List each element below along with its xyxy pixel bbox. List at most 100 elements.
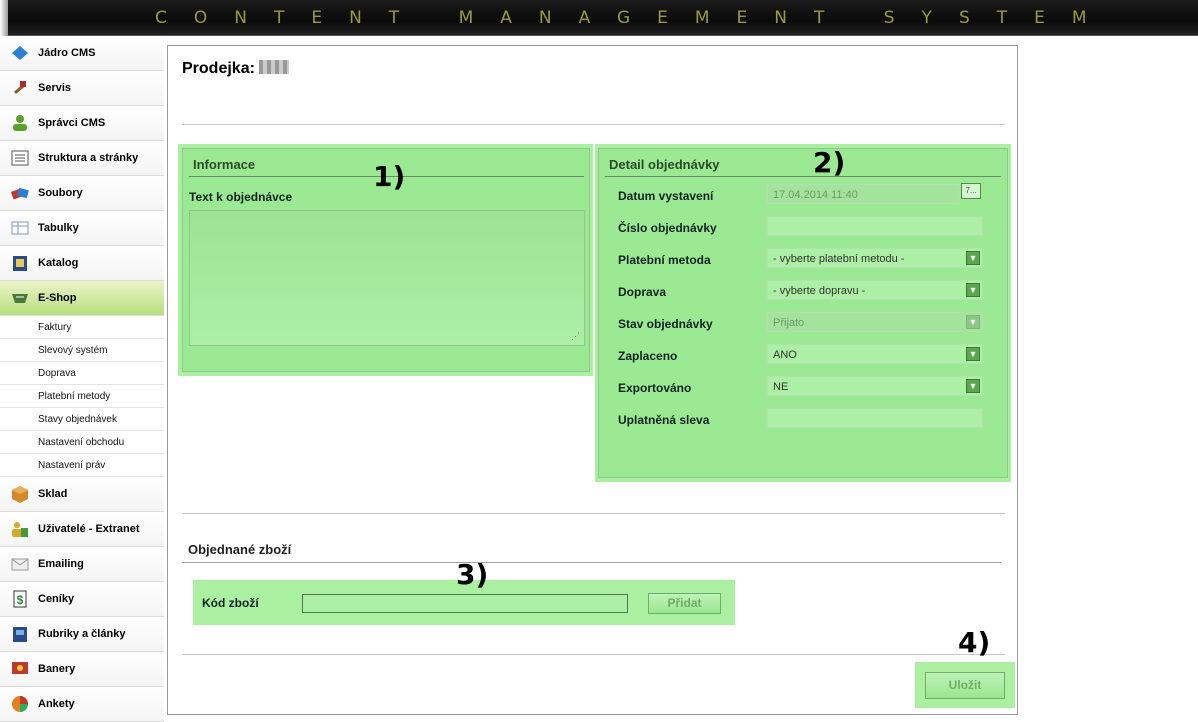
save-button[interactable]: Uložit bbox=[925, 672, 1005, 699]
detail-field-label: Platební metoda bbox=[618, 253, 711, 267]
redacted-id bbox=[258, 60, 289, 74]
articles-icon bbox=[10, 624, 30, 644]
marker-4: 4) bbox=[958, 626, 991, 659]
sidebar-item-label: Správci CMS bbox=[38, 117, 106, 129]
sidebar-subitem[interactable]: Doprava bbox=[0, 362, 164, 385]
box-icon bbox=[10, 484, 30, 504]
sidebar-item-banery[interactable]: Banery bbox=[0, 652, 164, 687]
sidebar-item-tabulky[interactable]: Tabulky bbox=[0, 211, 164, 246]
sidebar-subitem[interactable]: Slevový systém bbox=[0, 339, 164, 362]
sidebar-item-spr-vci-cms[interactable]: Správci CMS bbox=[0, 106, 164, 141]
sidebar-item-label: Ankety bbox=[38, 698, 75, 710]
user-icon bbox=[10, 113, 30, 133]
divider bbox=[182, 654, 1005, 655]
chevron-down-icon[interactable]: ▼ bbox=[966, 347, 980, 361]
table-icon bbox=[10, 218, 30, 238]
detail-field-label: Uplatněná sleva bbox=[618, 413, 710, 427]
detail-input[interactable]: 17.04.2014 11:40 bbox=[767, 184, 959, 204]
sidebar-item-label: Rubriky a články bbox=[38, 628, 126, 640]
sidebar-item-label: Uživatelé - Extranet bbox=[38, 523, 140, 535]
detail-input[interactable] bbox=[767, 216, 983, 236]
marker-2: 2) bbox=[813, 146, 846, 179]
sidebar-item-emailing[interactable]: Emailing bbox=[0, 547, 164, 582]
detail-field-label: Zaplaceno bbox=[618, 349, 678, 363]
divider bbox=[182, 513, 1005, 514]
sidebar-subitem[interactable]: Platební metody bbox=[0, 385, 164, 408]
diamond-icon bbox=[10, 43, 30, 63]
detail-panel: Detail objednávky Datum vystavení 17.04.2… bbox=[598, 148, 1008, 478]
hammer-icon bbox=[10, 78, 30, 98]
marker-3: 3) bbox=[456, 558, 489, 591]
sidebar-item-soubory[interactable]: Soubory bbox=[0, 176, 164, 211]
app-header: CONTENT MANAGEMENT SYSTEM bbox=[0, 0, 1198, 36]
sidebar-item-label: Servis bbox=[38, 82, 72, 94]
app-title: CONTENT MANAGEMENT SYSTEM bbox=[155, 8, 1114, 28]
sidebar-item-label: Tabulky bbox=[38, 222, 79, 234]
cart-icon bbox=[10, 288, 30, 308]
sidebar-subitem[interactable]: Stavy objednávek bbox=[0, 408, 164, 431]
pie-chart-icon bbox=[10, 694, 30, 714]
sidebar-item-label: Ceníky bbox=[38, 593, 75, 605]
sidebar-item-u-ivatel-extranet[interactable]: Uživatelé - Extranet bbox=[0, 512, 164, 547]
field-value: Přijato bbox=[773, 317, 805, 329]
sidebar-item-label: Jádro CMS bbox=[38, 47, 96, 59]
chevron-down-icon[interactable]: ▼ bbox=[966, 315, 980, 329]
field-value: ANO bbox=[773, 349, 797, 361]
calendar-icon[interactable]: 7... bbox=[961, 183, 981, 199]
divider bbox=[182, 562, 1001, 563]
detail-field-label: Exportováno bbox=[618, 381, 692, 395]
field-value: - vyberte platební metodu - bbox=[773, 253, 905, 265]
sidebar-item-sklad[interactable]: Sklad bbox=[0, 477, 164, 512]
chevron-down-icon[interactable]: ▼ bbox=[966, 379, 980, 393]
detail-field-label: Doprava bbox=[618, 285, 667, 299]
sidebar-item-katalog[interactable]: Katalog bbox=[0, 246, 164, 281]
sidebar-item-rubriky-a-l-nky[interactable]: Rubriky a články bbox=[0, 617, 164, 652]
order-text-label: Text k objednávce bbox=[189, 190, 293, 204]
sidebar-subitem[interactable]: Nastavení práv bbox=[0, 454, 164, 477]
sidebar-item-label: Emailing bbox=[38, 558, 84, 570]
detail-input[interactable] bbox=[767, 408, 983, 428]
detail-field-label: Číslo objednávky bbox=[618, 221, 717, 235]
detail-field-label: Stav objednávky bbox=[618, 317, 713, 331]
detail-select[interactable]: - vyberte platební metodu - ▼ bbox=[767, 248, 983, 268]
product-code-label: Kód zboží bbox=[202, 596, 259, 610]
add-product-button[interactable]: Přidat bbox=[648, 593, 721, 614]
field-value: - vyberte dopravu - bbox=[773, 285, 866, 297]
banner-icon bbox=[10, 659, 30, 679]
detail-field-label: Datum vystavení bbox=[618, 189, 714, 203]
chevron-down-icon[interactable]: ▼ bbox=[966, 251, 980, 265]
product-code-input[interactable] bbox=[302, 594, 628, 613]
sidebar-item-cen-ky[interactable]: $ Ceníky bbox=[0, 582, 164, 617]
sidebar-item-label: Soubory bbox=[38, 187, 83, 199]
detail-select[interactable]: ANO ▼ bbox=[767, 344, 983, 364]
list-icon bbox=[10, 148, 30, 168]
files-icon bbox=[10, 183, 30, 203]
divider bbox=[182, 124, 1005, 125]
sidebar-item-label: Katalog bbox=[38, 257, 79, 269]
detail-select[interactable]: - vyberte dopravu - ▼ bbox=[767, 280, 983, 300]
book-icon bbox=[10, 253, 30, 273]
chevron-down-icon[interactable]: ▼ bbox=[966, 283, 980, 297]
sidebar: Jádro CMS Servis Správci CMS Struktura a st… bbox=[0, 36, 164, 722]
sidebar-item-label: Banery bbox=[38, 663, 76, 675]
sidebar-item-ankety[interactable]: Ankety bbox=[0, 687, 164, 722]
sidebar-item-struktura-a-str-nky[interactable]: Struktura a stránky bbox=[0, 141, 164, 176]
dollar-icon: $ bbox=[10, 589, 30, 609]
detail-select[interactable]: NE ▼ bbox=[767, 376, 983, 396]
marker-1: 1) bbox=[373, 160, 406, 193]
sidebar-item-j-dro-cms[interactable]: Jádro CMS bbox=[0, 36, 164, 71]
order-text-input[interactable]: ⋰ bbox=[189, 210, 585, 346]
sidebar-subitem[interactable]: Faktury bbox=[0, 316, 164, 339]
header-left-tab bbox=[0, 0, 8, 36]
field-value: 17.04.2014 11:40 bbox=[773, 189, 858, 201]
sidebar-item-e-shop[interactable]: E-Shop bbox=[0, 281, 164, 316]
detail-select: Přijato ▼ bbox=[767, 312, 983, 332]
users-icon bbox=[10, 519, 30, 539]
sidebar-item-servis[interactable]: Servis bbox=[0, 71, 164, 106]
sidebar-item-label: Struktura a stránky bbox=[38, 152, 139, 164]
info-heading: Informace bbox=[193, 157, 256, 172]
resize-handle-icon[interactable]: ⋰ bbox=[571, 331, 580, 342]
envelope-icon bbox=[10, 554, 30, 574]
field-value: NE bbox=[773, 381, 789, 393]
sidebar-subitem[interactable]: Nastavení obchodu bbox=[0, 431, 164, 454]
